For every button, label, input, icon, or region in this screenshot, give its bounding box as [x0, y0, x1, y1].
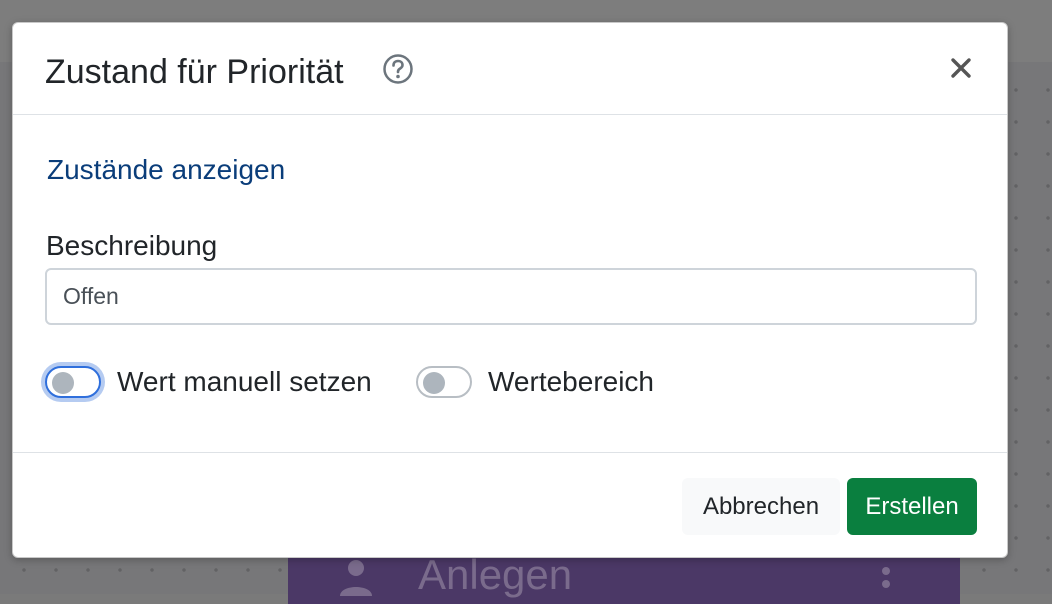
- value-range-toggle[interactable]: [416, 366, 472, 398]
- show-states-link[interactable]: Zustände anzeigen: [47, 153, 285, 187]
- cancel-button[interactable]: Abbrechen: [682, 478, 840, 535]
- close-icon[interactable]: [949, 56, 973, 80]
- toggle-knob: [52, 372, 74, 394]
- dialog-header: Zustand für Priorität: [13, 23, 1007, 115]
- manual-value-label[interactable]: Wert manuell setzen: [117, 365, 372, 399]
- question-circle-icon[interactable]: [382, 53, 414, 85]
- description-input[interactable]: [45, 268, 977, 325]
- create-button[interactable]: Erstellen: [847, 478, 977, 535]
- dialog-title: Zustand für Priorität: [45, 53, 344, 91]
- state-dialog: Zustand für Priorität Zustände anzeigen …: [12, 22, 1008, 558]
- dialog-footer: Abbrechen Erstellen: [13, 452, 1007, 559]
- manual-value-toggle[interactable]: [45, 366, 101, 398]
- person-icon: [340, 560, 372, 596]
- toggle-knob: [423, 372, 445, 394]
- description-label: Beschreibung: [46, 230, 218, 261]
- kebab-menu-icon: [882, 567, 890, 588]
- value-range-label[interactable]: Wertebereich: [488, 365, 654, 399]
